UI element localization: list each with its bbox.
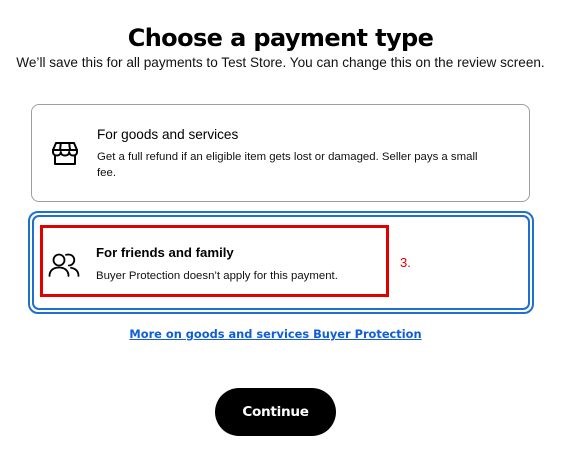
continue-button[interactable]: Continue — [215, 388, 336, 436]
page-subtitle: We’ll save this for all payments to Test… — [16, 55, 545, 70]
payment-option-goods-and-services[interactable]: For goods and services Get a full refund… — [31, 104, 530, 202]
option-title: For goods and services — [97, 127, 239, 142]
option-description: Get a full refund if an eligible item ge… — [97, 151, 478, 179]
annotation-step-label: 3. — [400, 255, 411, 270]
option-description: Buyer Protection doesn’t apply for this … — [96, 270, 338, 282]
people-icon — [48, 252, 80, 278]
storefront-icon — [51, 139, 79, 167]
option-title: For friends and family — [96, 245, 234, 260]
payment-option-friends-and-family[interactable]: For friends and family Buyer Protection … — [28, 211, 534, 314]
page-title: Choose a payment type — [127, 24, 434, 52]
buyer-protection-link[interactable]: More on goods and services Buyer Protect… — [0, 326, 551, 342]
